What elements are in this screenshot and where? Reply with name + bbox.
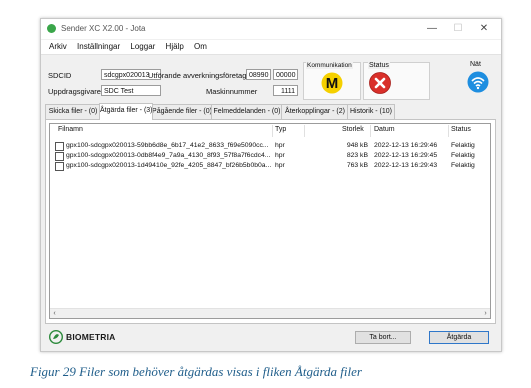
utforande-field-1[interactable]: 08990 (246, 69, 271, 80)
row-checkbox[interactable] (55, 152, 64, 161)
app-window: Sender XC X2.00 - Jota — ☐ ✕ Arkiv Instä… (40, 18, 502, 352)
cell-type: hpr (275, 162, 285, 169)
uppdragsgivare-label: Uppdragsgivare (48, 87, 101, 96)
cell-status: Felaktig (451, 152, 475, 159)
menu-arkiv[interactable]: Arkiv (49, 40, 67, 54)
kommunikation-panel: Kommunikation M (303, 62, 361, 100)
tab-historik[interactable]: Historik - (10) (347, 104, 395, 119)
window-title: Sender XC X2.00 - Jota (61, 24, 146, 33)
column-header-filnamn[interactable]: Filnamn (58, 126, 83, 133)
sdcid-label: SDCID (48, 71, 72, 80)
menu-installningar[interactable]: Inställningar (77, 40, 120, 54)
cell-type: hpr (275, 152, 285, 159)
status-label: Status (368, 62, 390, 69)
tab-panel: Filnamn Typ Storlek Datum Status gpx100-… (45, 119, 496, 324)
maskinnummer-field[interactable]: 1111 (273, 85, 298, 96)
kommunikation-letter: M (326, 75, 339, 92)
tab-pagaende-filer[interactable]: Pågående filer - (0) (151, 104, 213, 119)
cell-size: 763 kB (346, 162, 368, 169)
minimize-button[interactable]: — (419, 21, 445, 37)
app-icon (47, 24, 56, 33)
tab-skicka-filer[interactable]: Skicka filer - (0) (45, 104, 101, 119)
maskinnummer-label: Maskinnummer (206, 87, 258, 96)
nat-panel: Nät (461, 61, 495, 98)
cell-filename: gpx100-sdcgpx020013-59bb6d8e_6b17_41e2_8… (66, 142, 269, 149)
scroll-right-icon[interactable]: › (481, 309, 490, 318)
table-row[interactable]: gpx100-sdcgpx020013-0db8f4e9_7a9a_4130_8… (50, 151, 490, 161)
menu-loggar[interactable]: Loggar (130, 40, 155, 54)
cell-filename: gpx100-sdcgpx020013-1d49410e_92fe_4205_8… (66, 162, 272, 169)
column-header-storlek[interactable]: Storlek (342, 126, 364, 133)
cell-date: 2022-12-13 16:29:46 (374, 142, 438, 149)
cell-size: 823 kB (346, 152, 368, 159)
menu-om[interactable]: Om (194, 40, 207, 54)
cell-type: hpr (275, 142, 285, 149)
close-button[interactable]: ✕ (471, 21, 497, 37)
column-header-datum[interactable]: Datum (374, 126, 395, 133)
row-checkbox[interactable] (55, 142, 64, 151)
maximize-button[interactable]: ☐ (445, 21, 471, 37)
kommunikation-m-icon: M (321, 72, 343, 94)
atgarda-button[interactable]: Åtgärda (429, 331, 489, 344)
cell-size: 948 kB (346, 142, 368, 149)
row-checkbox[interactable] (55, 162, 64, 171)
uppdragsgivare-field[interactable]: SDC Test (101, 85, 161, 96)
table-row[interactable]: gpx100-sdcgpx020013-1d49410e_92fe_4205_8… (50, 161, 490, 171)
utforande-label: Utförande avverkningsföretag (148, 71, 247, 80)
table-row[interactable]: gpx100-sdcgpx020013-59bb6d8e_6b17_41e2_8… (50, 141, 490, 151)
cell-date: 2022-12-13 16:29:45 (374, 152, 438, 159)
file-list[interactable]: Filnamn Typ Storlek Datum Status gpx100-… (49, 123, 491, 319)
logo-text: BIOMETRIA (66, 332, 116, 342)
wifi-icon (467, 71, 489, 93)
tab-felmeddelanden[interactable]: Felmeddelanden - (0) (211, 104, 283, 119)
horizontal-scrollbar[interactable]: ‹ › (50, 308, 490, 318)
status-panel: Status (363, 62, 430, 100)
nat-label: Nät (470, 61, 481, 68)
menu-hjalp[interactable]: Hjälp (166, 40, 184, 54)
scroll-left-icon[interactable]: ‹ (50, 309, 59, 318)
error-icon (369, 72, 391, 94)
menu-bar: Arkiv Inställningar Loggar Hjälp Om (41, 40, 501, 55)
column-header-typ[interactable]: Typ (275, 126, 286, 133)
cell-filename: gpx100-sdcgpx020013-0db8f4e9_7a9a_4130_8… (66, 152, 271, 159)
title-bar: Sender XC X2.00 - Jota — ☐ ✕ (41, 19, 501, 39)
biometria-logo: BIOMETRIA (49, 329, 116, 345)
cell-status: Felaktig (451, 142, 475, 149)
figure-caption: Figur 29 Filer som behöver åtgärdas visa… (30, 364, 362, 379)
cell-date: 2022-12-13 16:29:43 (374, 162, 438, 169)
biometria-leaf-icon (49, 330, 63, 344)
column-header-status[interactable]: Status (451, 126, 471, 133)
cell-status: Felaktig (451, 162, 475, 169)
tab-atgarda-filer[interactable]: Åtgärda filer - (3) (99, 103, 153, 120)
tab-aterkopplingar[interactable]: Återkopplingar - (2) (281, 104, 349, 119)
utforande-field-2[interactable]: 00000 (273, 69, 298, 80)
ta-bort-button[interactable]: Ta bort... (355, 331, 411, 344)
kommunikation-label: Kommunikation (306, 62, 353, 69)
